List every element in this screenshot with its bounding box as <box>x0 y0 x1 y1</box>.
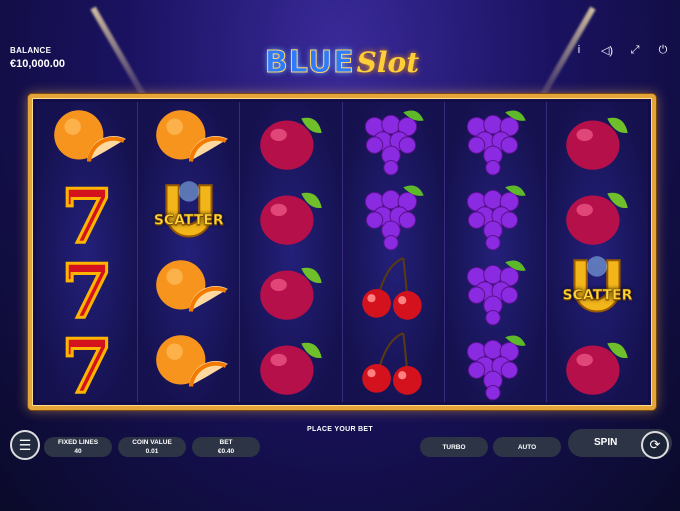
balance-value: €10,000.00 <box>10 58 66 70</box>
reel-1: 777 <box>36 102 139 402</box>
reel-2: SCATTER <box>138 102 241 402</box>
symbol-orange <box>138 252 239 327</box>
reel-3 <box>240 102 343 402</box>
symbol-grapes <box>445 327 546 402</box>
logo-text-slot: Slot <box>356 45 420 79</box>
symbol-seven: 7 <box>36 252 137 327</box>
info-icon[interactable]: i <box>572 44 586 57</box>
control-bar: PLACE YOUR BET ☰ FIXED LINES 40 COIN VAL… <box>0 420 680 511</box>
balance-display: BALANCE €10,000.00 <box>10 46 65 70</box>
reels-frame: 7 7 7 SCATTER SCATTER <box>28 94 656 410</box>
spin-button[interactable]: ⟳ <box>641 431 669 459</box>
bet-value: €0.40 <box>217 448 235 455</box>
turbo-button[interactable]: TURBO <box>420 437 488 457</box>
bet-label: BET <box>219 439 233 446</box>
coin-value-label: COIN VALUE <box>132 439 172 446</box>
hamburger-icon: ☰ <box>18 436 32 453</box>
fixed-lines-value: 40 <box>74 448 82 455</box>
refresh-icon: ⟳ <box>649 437 661 452</box>
fullscreen-icon[interactable]: ⤢ <box>628 44 642 57</box>
symbol-plum <box>240 102 341 177</box>
reel-5 <box>444 102 547 402</box>
scatter-label: SCATTER <box>562 287 633 304</box>
scatter-label: SCATTER <box>153 212 224 229</box>
fixed-lines-display: FIXED LINES 40 <box>44 437 112 457</box>
symbol-orange <box>138 327 239 402</box>
turbo-label: TURBO <box>442 443 466 451</box>
logo-text-blue: BLUE <box>264 44 355 80</box>
svg-text:7: 7 <box>61 254 112 326</box>
bet-selector[interactable]: BET €0.40 <box>192 437 260 457</box>
symbol-horseshoe: SCATTER <box>138 177 239 252</box>
symbol-seven: 7 <box>36 177 137 252</box>
symbol-cherries <box>343 252 444 327</box>
symbol-plum <box>240 177 341 252</box>
top-icon-bar: i ◁) ⤢ ⏻ <box>572 44 670 57</box>
coin-value-selector[interactable]: COIN VALUE 0.01 <box>118 437 186 457</box>
symbol-plum <box>547 102 648 177</box>
game-logo: BLUE Slot <box>252 40 432 84</box>
sound-icon[interactable]: ◁) <box>600 44 614 57</box>
symbol-plum <box>547 177 648 252</box>
reels-area: 7 7 7 SCATTER SCATTER <box>36 102 649 402</box>
menu-button[interactable]: ☰ <box>10 430 40 460</box>
symbol-plum <box>240 327 341 402</box>
balance-label: BALANCE <box>10 46 52 55</box>
symbol-grapes <box>343 102 444 177</box>
svg-text:7: 7 <box>61 179 112 251</box>
symbol-cherries <box>343 327 444 402</box>
symbol-seven: 7 <box>36 327 137 402</box>
symbol-grapes <box>445 252 546 327</box>
symbol-grapes <box>445 177 546 252</box>
symbol-orange <box>138 102 239 177</box>
power-icon[interactable]: ⏻ <box>656 44 670 57</box>
fixed-lines-label: FIXED LINES <box>57 439 99 446</box>
symbol-horseshoe: SCATTER <box>547 252 648 327</box>
svg-text:7: 7 <box>61 329 112 401</box>
auto-button[interactable]: AUTO <box>493 437 561 457</box>
reel-6: SCATTER <box>546 102 649 402</box>
symbol-grapes <box>445 102 546 177</box>
symbol-grapes <box>343 177 444 252</box>
symbol-plum <box>547 327 648 402</box>
spin-label: SPIN <box>594 437 618 448</box>
coin-value-value: 0.01 <box>145 448 159 455</box>
symbol-plum <box>240 252 341 327</box>
auto-label: AUTO <box>517 443 537 451</box>
symbol-orange <box>36 102 137 177</box>
reel-4 <box>342 102 445 402</box>
